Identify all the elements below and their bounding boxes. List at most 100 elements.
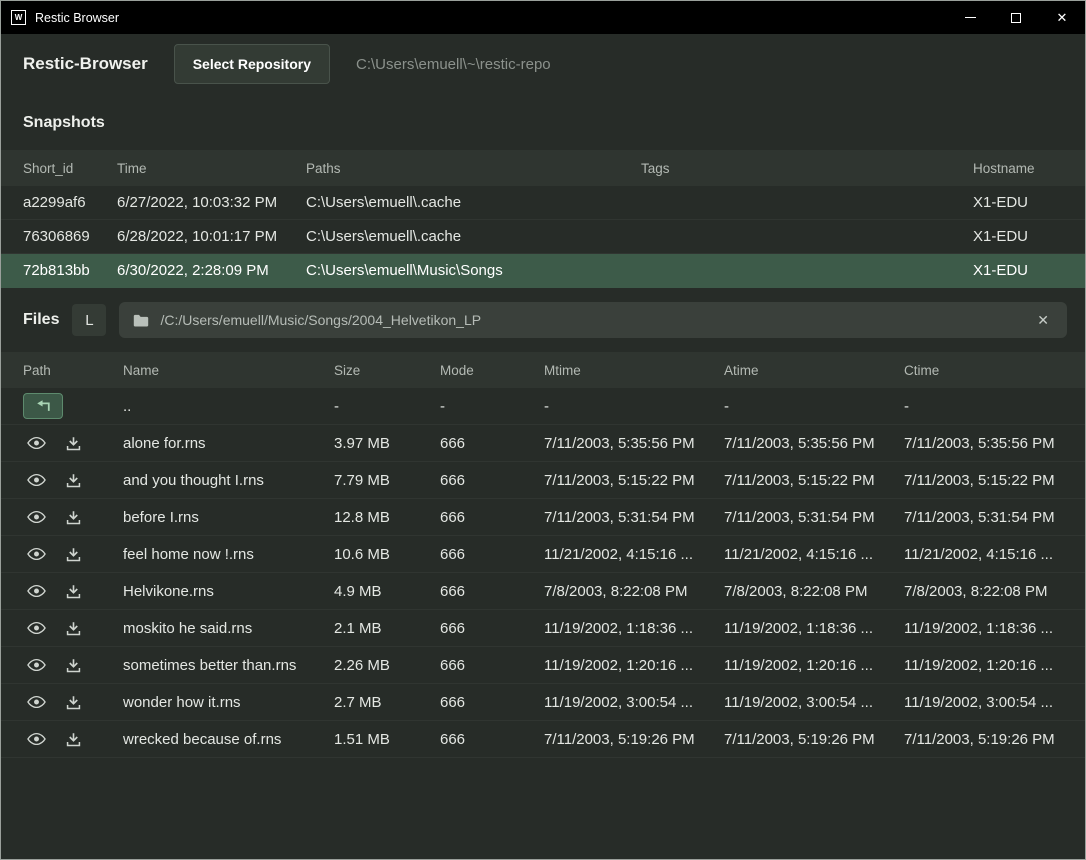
preview-file-button[interactable]: [23, 730, 50, 748]
file-name: before I.rns: [123, 509, 334, 526]
snapshot-row[interactable]: 72b813bb 6/30/2022, 2:28:09 PM C:\Users\…: [1, 254, 1085, 288]
snapshots-table-body: a2299af6 6/27/2022, 10:03:32 PM C:\Users…: [1, 186, 1085, 288]
file-row-actions: [23, 693, 123, 712]
download-file-button[interactable]: [62, 619, 85, 638]
eye-icon: [27, 436, 46, 450]
file-name: sometimes better than.rns: [123, 657, 334, 674]
eye-icon: [27, 584, 46, 598]
file-row[interactable]: moskito he said.rns 2.1 MB 666 11/19/200…: [1, 610, 1085, 647]
app-logo-icon: W: [11, 10, 26, 25]
download-file-button[interactable]: [62, 582, 85, 601]
file-mode: 666: [440, 731, 544, 748]
download-file-button[interactable]: [62, 508, 85, 527]
close-button[interactable]: ✕: [1039, 1, 1085, 34]
download-icon: [66, 658, 81, 673]
preview-file-button[interactable]: [23, 471, 50, 489]
file-mode: 666: [440, 583, 544, 600]
app-window: W Restic Browser ✕ Restic-Browser Select…: [0, 0, 1086, 860]
file-atime: 7/11/2003, 5:19:26 PM: [724, 731, 904, 748]
file-row[interactable]: sometimes better than.rns 2.26 MB 666 11…: [1, 647, 1085, 684]
file-row-actions: [23, 434, 123, 453]
preview-file-button[interactable]: [23, 619, 50, 637]
file-size: 4.9 MB: [334, 583, 440, 600]
file-size: 2.26 MB: [334, 657, 440, 674]
preview-file-button[interactable]: [23, 508, 50, 526]
tree-toggle-button[interactable]: L: [72, 304, 106, 336]
path-input[interactable]: /C:/Users/emuell/Music/Songs/2004_Helvet…: [119, 302, 1067, 338]
maximize-icon: [1011, 13, 1021, 23]
snapshot-hostname: X1-EDU: [973, 194, 1063, 211]
parent-directory-row[interactable]: .. - - - - -: [1, 388, 1085, 425]
file-atime: 11/21/2002, 4:15:16 ...: [724, 546, 904, 563]
file-mode: 666: [440, 546, 544, 563]
file-mtime: 7/11/2003, 5:35:56 PM: [544, 435, 724, 452]
file-mode: 666: [440, 620, 544, 637]
file-row[interactable]: and you thought I.rns 7.79 MB 666 7/11/2…: [1, 462, 1085, 499]
eye-icon: [27, 658, 46, 672]
file-row[interactable]: before I.rns 12.8 MB 666 7/11/2003, 5:31…: [1, 499, 1085, 536]
file-row-actions: [23, 545, 123, 564]
file-row-actions: [23, 730, 123, 749]
eye-icon: [27, 547, 46, 561]
file-row[interactable]: alone for.rns 3.97 MB 666 7/11/2003, 5:3…: [1, 425, 1085, 462]
file-mtime: 7/11/2003, 5:15:22 PM: [544, 472, 724, 489]
snapshots-col-hostname: Hostname: [973, 161, 1063, 176]
file-name: feel home now !.rns: [123, 546, 334, 563]
eye-icon: [27, 473, 46, 487]
download-file-button[interactable]: [62, 656, 85, 675]
file-ctime: 11/19/2002, 1:20:16 ...: [904, 657, 1063, 674]
snapshot-row[interactable]: 76306869 6/28/2022, 10:01:17 PM C:\Users…: [1, 220, 1085, 254]
file-atime: 11/19/2002, 3:00:54 ...: [724, 694, 904, 711]
clear-path-button[interactable]: ✕: [1033, 310, 1053, 331]
file-row[interactable]: Helvikone.rns 4.9 MB 666 7/8/2003, 8:22:…: [1, 573, 1085, 610]
file-atime: 11/19/2002, 1:20:16 ...: [724, 657, 904, 674]
file-ctime: 7/8/2003, 8:22:08 PM: [904, 583, 1063, 600]
app-title: Restic-Browser: [23, 54, 148, 74]
file-mode: 666: [440, 435, 544, 452]
download-file-button[interactable]: [62, 545, 85, 564]
download-file-button[interactable]: [62, 471, 85, 490]
file-size: 2.1 MB: [334, 620, 440, 637]
download-file-button[interactable]: [62, 693, 85, 712]
maximize-button[interactable]: [993, 1, 1039, 34]
file-mtime: 7/11/2003, 5:31:54 PM: [544, 509, 724, 526]
download-file-button[interactable]: [62, 730, 85, 749]
return-arrow-icon: [35, 400, 51, 412]
file-row[interactable]: feel home now !.rns 10.6 MB 666 11/21/20…: [1, 536, 1085, 573]
snapshot-row[interactable]: a2299af6 6/27/2022, 10:03:32 PM C:\Users…: [1, 186, 1085, 220]
titlebar-left: W Restic Browser: [1, 10, 119, 25]
titlebar: W Restic Browser ✕: [1, 1, 1085, 34]
file-name: alone for.rns: [123, 435, 334, 452]
preview-file-button[interactable]: [23, 693, 50, 711]
file-mode: 666: [440, 509, 544, 526]
files-col-size: Size: [334, 363, 440, 378]
file-ctime: -: [904, 398, 1063, 415]
snapshots-header-row: Short_id Time Paths Tags Hostname: [1, 150, 1085, 186]
file-ctime: 11/21/2002, 4:15:16 ...: [904, 546, 1063, 563]
file-row[interactable]: wrecked because of.rns 1.51 MB 666 7/11/…: [1, 721, 1085, 758]
eye-icon: [27, 510, 46, 524]
download-file-button[interactable]: [62, 434, 85, 453]
file-ctime: 11/19/2002, 3:00:54 ...: [904, 694, 1063, 711]
download-icon: [66, 510, 81, 525]
minimize-button[interactable]: [947, 1, 993, 34]
eye-icon: [27, 695, 46, 709]
preview-file-button[interactable]: [23, 545, 50, 563]
snapshots-col-tags: Tags: [641, 161, 973, 176]
preview-file-button[interactable]: [23, 582, 50, 600]
file-row[interactable]: wonder how it.rns 2.7 MB 666 11/19/2002,…: [1, 684, 1085, 721]
file-mode: 666: [440, 472, 544, 489]
preview-file-button[interactable]: [23, 656, 50, 674]
select-repository-button[interactable]: Select Repository: [174, 44, 330, 84]
file-mode: -: [440, 398, 544, 415]
preview-file-button[interactable]: [23, 434, 50, 452]
close-icon: ✕: [1057, 11, 1068, 24]
file-mtime: 11/19/2002, 1:20:16 ...: [544, 657, 724, 674]
file-mode: 666: [440, 657, 544, 674]
snapshot-short-id: a2299af6: [23, 194, 117, 211]
file-atime: 7/11/2003, 5:15:22 PM: [724, 472, 904, 489]
snapshot-time: 6/30/2022, 2:28:09 PM: [117, 262, 306, 279]
file-name: wrecked because of.rns: [123, 731, 334, 748]
go-up-button[interactable]: [23, 393, 63, 419]
file-size: 7.79 MB: [334, 472, 440, 489]
